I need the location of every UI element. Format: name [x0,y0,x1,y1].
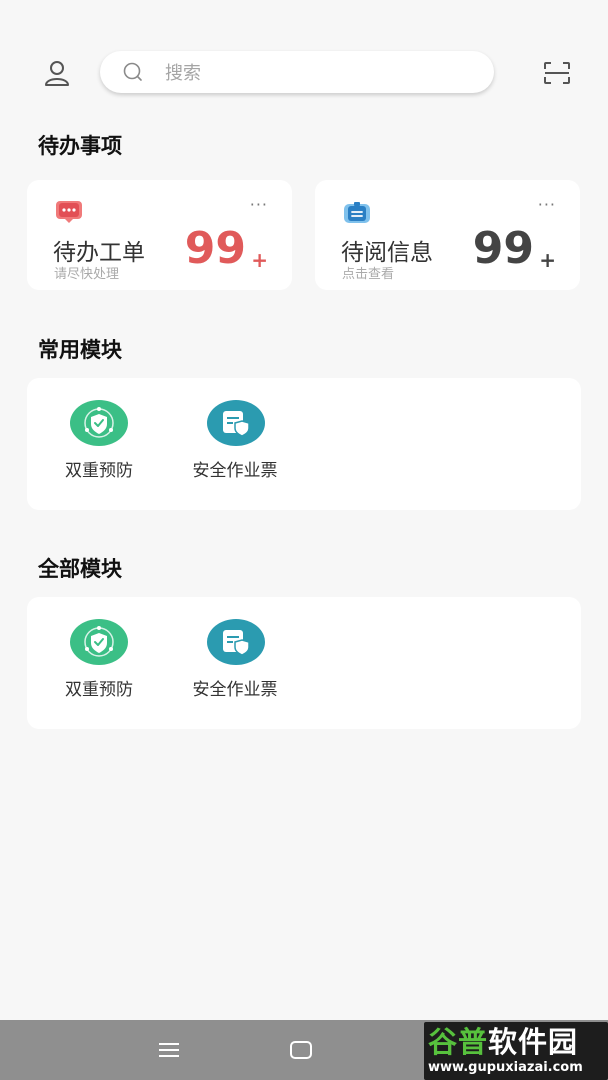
home-nav-button[interactable] [286,1036,316,1064]
notice-board-icon [343,200,371,224]
menu-nav-button[interactable] [154,1036,184,1064]
section-title-common-modules: 常用模块 [38,338,122,362]
more-options-icon[interactable]: ··· [538,197,556,213]
all-modules-panel: 双重预防 安全作业票 [27,597,581,729]
search-placeholder: 搜索 [165,63,201,84]
todo-card-work-orders[interactable]: ··· 待办工单 请尽快处理 99 + [27,180,292,290]
watermark-title: 谷普软件园 [428,1025,579,1059]
module-dual-prevention[interactable]: 双重预防 [39,400,159,490]
user-profile-button[interactable] [40,56,74,90]
todo-card-label: 待阅信息 [341,240,433,266]
module-safety-work-permit[interactable]: 安全作业票 [175,619,295,709]
module-safety-work-permit[interactable]: 安全作业票 [175,400,295,490]
home-square-icon [290,1041,312,1059]
search-input[interactable]: 搜索 [100,51,494,93]
todo-card-unread-messages[interactable]: ··· 待阅信息 点击查看 99 + [315,180,580,290]
more-options-icon[interactable]: ··· [250,197,268,213]
common-modules-panel: 双重预防 安全作业票 [27,378,581,510]
ticket-shield-icon [207,619,265,665]
watermark-logo: 谷普软件园 www.gupuxiazai.com [424,1022,608,1080]
shield-check-icon [70,400,128,446]
todo-card-subtitle: 请尽快处理 [54,267,120,282]
module-label: 双重预防 [65,680,133,700]
module-dual-prevention[interactable]: 双重预防 [39,619,159,709]
ticket-shield-icon [207,400,265,446]
section-title-todo: 待办事项 [38,134,122,158]
user-icon [45,61,69,86]
module-label: 安全作业票 [192,680,278,700]
search-icon [122,61,144,83]
scan-button[interactable] [540,58,574,88]
todo-card-label: 待办工单 [53,240,145,266]
todo-card-count-plus: + [251,248,268,272]
shield-check-icon [70,619,128,665]
module-label: 双重预防 [65,461,133,481]
todo-card-count-plus: + [539,248,556,272]
module-label: 安全作业票 [192,461,278,481]
todo-card-count: 99 [184,223,246,274]
top-bar: 搜索 [0,50,608,94]
todo-card-count: 99 [472,223,534,274]
watermark-url: www.gupuxiazai.com [428,1060,583,1075]
menu-icon [159,1043,179,1057]
message-icon [55,200,83,224]
section-title-all-modules: 全部模块 [38,557,122,581]
scan-icon [544,62,570,84]
todo-card-subtitle: 点击查看 [342,267,395,282]
